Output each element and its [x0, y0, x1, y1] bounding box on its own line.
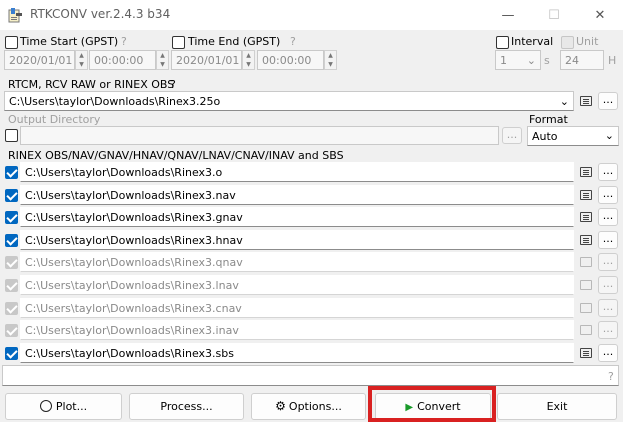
- plot-button-label: Plot...: [55, 400, 88, 413]
- output-file-field[interactable]: C:\Users\taylor\Downloads\Rinex3.hnav: [20, 230, 574, 250]
- output-file-browse-button[interactable]: ...: [598, 163, 618, 181]
- output-file-field[interactable]: C:\Users\taylor\Downloads\Rinex3.gnav: [20, 207, 574, 227]
- output-file-field[interactable]: C:\Users\taylor\Downloads\Rinex3.inav: [20, 320, 574, 340]
- status-message: [2, 365, 619, 386]
- output-file-view-icon[interactable]: [580, 325, 592, 335]
- time-start-time-field[interactable]: 00:00:00: [89, 50, 156, 70]
- exit-button[interactable]: Exit: [497, 393, 617, 420]
- output-file-view-icon[interactable]: [580, 257, 592, 267]
- minimize-button[interactable]: —: [485, 0, 531, 30]
- interval-unit-label: s: [544, 54, 550, 67]
- process-button[interactable]: Process...: [129, 393, 244, 420]
- unit-label: Unit: [576, 35, 599, 48]
- output-file-checkbox[interactable]: [5, 234, 18, 247]
- window-title: RTKCONV ver.2.4.3 b34: [30, 7, 171, 21]
- chevron-down-icon: ⌄: [526, 54, 536, 67]
- status-help[interactable]: ?: [608, 370, 614, 383]
- process-button-label: Process...: [160, 400, 213, 413]
- output-file-view-icon[interactable]: [580, 303, 592, 313]
- interval-label: Interval: [511, 35, 554, 48]
- output-file-browse-button[interactable]: ...: [598, 276, 618, 294]
- time-end-time-spinner[interactable]: ▲ ▼: [324, 50, 337, 70]
- input-file-view-icon[interactable]: [580, 96, 592, 106]
- output-file-checkbox[interactable]: [5, 324, 18, 337]
- output-file-browse-button[interactable]: ...: [598, 186, 618, 204]
- time-start-date-field[interactable]: 2020/01/01: [4, 50, 75, 70]
- options-button-label: Options...: [288, 400, 342, 413]
- unit-unit-label: H: [608, 54, 617, 67]
- output-file-browse-button[interactable]: ...: [598, 344, 618, 362]
- time-end-help[interactable]: ?: [290, 35, 296, 48]
- convert-highlight-box: [368, 386, 496, 422]
- time-end-label: Time End (GPST): [188, 35, 281, 48]
- output-dir-browse-button[interactable]: ...: [502, 127, 522, 144]
- output-files-label: RINEX OBS/NAV/GNAV/HNAV/QNAV/LNAV/CNAV/I…: [8, 149, 344, 162]
- close-button[interactable]: ✕: [577, 0, 623, 30]
- unit-checkbox[interactable]: [561, 36, 574, 49]
- time-start-label: Time Start (GPST): [20, 35, 119, 48]
- output-file-checkbox[interactable]: [5, 279, 18, 292]
- interval-select[interactable]: 1 ⌄: [495, 50, 541, 70]
- output-file-checkbox[interactable]: [5, 211, 18, 224]
- output-file-browse-button[interactable]: ...: [598, 299, 618, 317]
- output-file-checkbox[interactable]: [5, 189, 18, 202]
- output-file-browse-button[interactable]: ...: [598, 231, 618, 249]
- plot-button[interactable]: Plot...: [5, 393, 122, 420]
- chevron-down-icon: ⌄: [559, 95, 569, 108]
- time-end-date-field[interactable]: 2020/01/01: [171, 50, 242, 70]
- output-file-field[interactable]: C:\Users\taylor\Downloads\Rinex3.cnav: [20, 298, 574, 318]
- maximize-button[interactable]: ☐: [531, 0, 577, 30]
- output-file-field[interactable]: C:\Users\taylor\Downloads\Rinex3.nav: [20, 185, 574, 205]
- input-file-label: RTCM, RCV RAW or RINEX OBS: [8, 78, 175, 91]
- gear-icon: ⚙: [275, 399, 286, 413]
- output-file-view-icon[interactable]: [580, 167, 592, 177]
- interval-checkbox[interactable]: [496, 36, 509, 49]
- time-start-checkbox[interactable]: [5, 36, 18, 49]
- plot-icon: [39, 400, 52, 412]
- time-start-time-spinner[interactable]: ▲ ▼: [156, 50, 169, 70]
- output-file-view-icon[interactable]: [580, 212, 592, 222]
- output-file-view-icon[interactable]: [580, 280, 592, 290]
- output-file-field[interactable]: C:\Users\taylor\Downloads\Rinex3.o: [20, 162, 574, 182]
- time-start-date-spinner[interactable]: ▲ ▼: [75, 50, 88, 70]
- output-file-browse-button[interactable]: ...: [598, 253, 618, 271]
- chevron-down-icon: ⌄: [604, 129, 614, 142]
- options-button[interactable]: ⚙ Options...: [251, 393, 366, 420]
- format-value: Auto: [532, 130, 558, 143]
- output-file-checkbox[interactable]: [5, 302, 18, 315]
- output-file-field[interactable]: C:\Users\taylor\Downloads\Rinex3.qnav: [20, 252, 574, 272]
- exit-button-label: Exit: [546, 400, 568, 413]
- output-file-field[interactable]: C:\Users\taylor\Downloads\Rinex3.lnav: [20, 275, 574, 295]
- format-label: Format: [529, 113, 568, 126]
- output-file-field[interactable]: C:\Users\taylor\Downloads\Rinex3.sbs: [20, 343, 574, 363]
- rtkconv-app-icon: [8, 7, 24, 23]
- output-dir-checkbox[interactable]: [5, 129, 18, 142]
- output-file-checkbox[interactable]: [5, 166, 18, 179]
- output-file-browse-button[interactable]: ...: [598, 208, 618, 226]
- output-file-checkbox[interactable]: [5, 347, 18, 360]
- output-dir-label: Output Directory: [8, 113, 101, 126]
- output-file-view-icon[interactable]: [580, 235, 592, 245]
- time-end-date-spinner[interactable]: ▲ ▼: [242, 50, 255, 70]
- time-start-help[interactable]: ?: [121, 35, 127, 48]
- input-file-field[interactable]: C:\Users\taylor\Downloads\Rinex3.25o ⌄: [4, 91, 574, 111]
- output-file-checkbox[interactable]: [5, 256, 18, 269]
- unit-field[interactable]: 24: [560, 50, 604, 70]
- output-file-browse-button[interactable]: ...: [598, 321, 618, 339]
- input-file-help[interactable]: ?: [170, 78, 176, 91]
- time-end-checkbox[interactable]: [172, 36, 185, 49]
- time-end-time-field[interactable]: 00:00:00: [257, 50, 324, 70]
- format-select[interactable]: Auto ⌄: [527, 126, 619, 146]
- interval-value: 1: [500, 54, 507, 67]
- output-file-view-icon[interactable]: [580, 348, 592, 358]
- output-file-view-icon[interactable]: [580, 190, 592, 200]
- input-file-path: C:\Users\taylor\Downloads\Rinex3.25o: [9, 95, 221, 108]
- output-dir-field[interactable]: [20, 126, 499, 145]
- input-file-browse-button[interactable]: ...: [598, 92, 618, 110]
